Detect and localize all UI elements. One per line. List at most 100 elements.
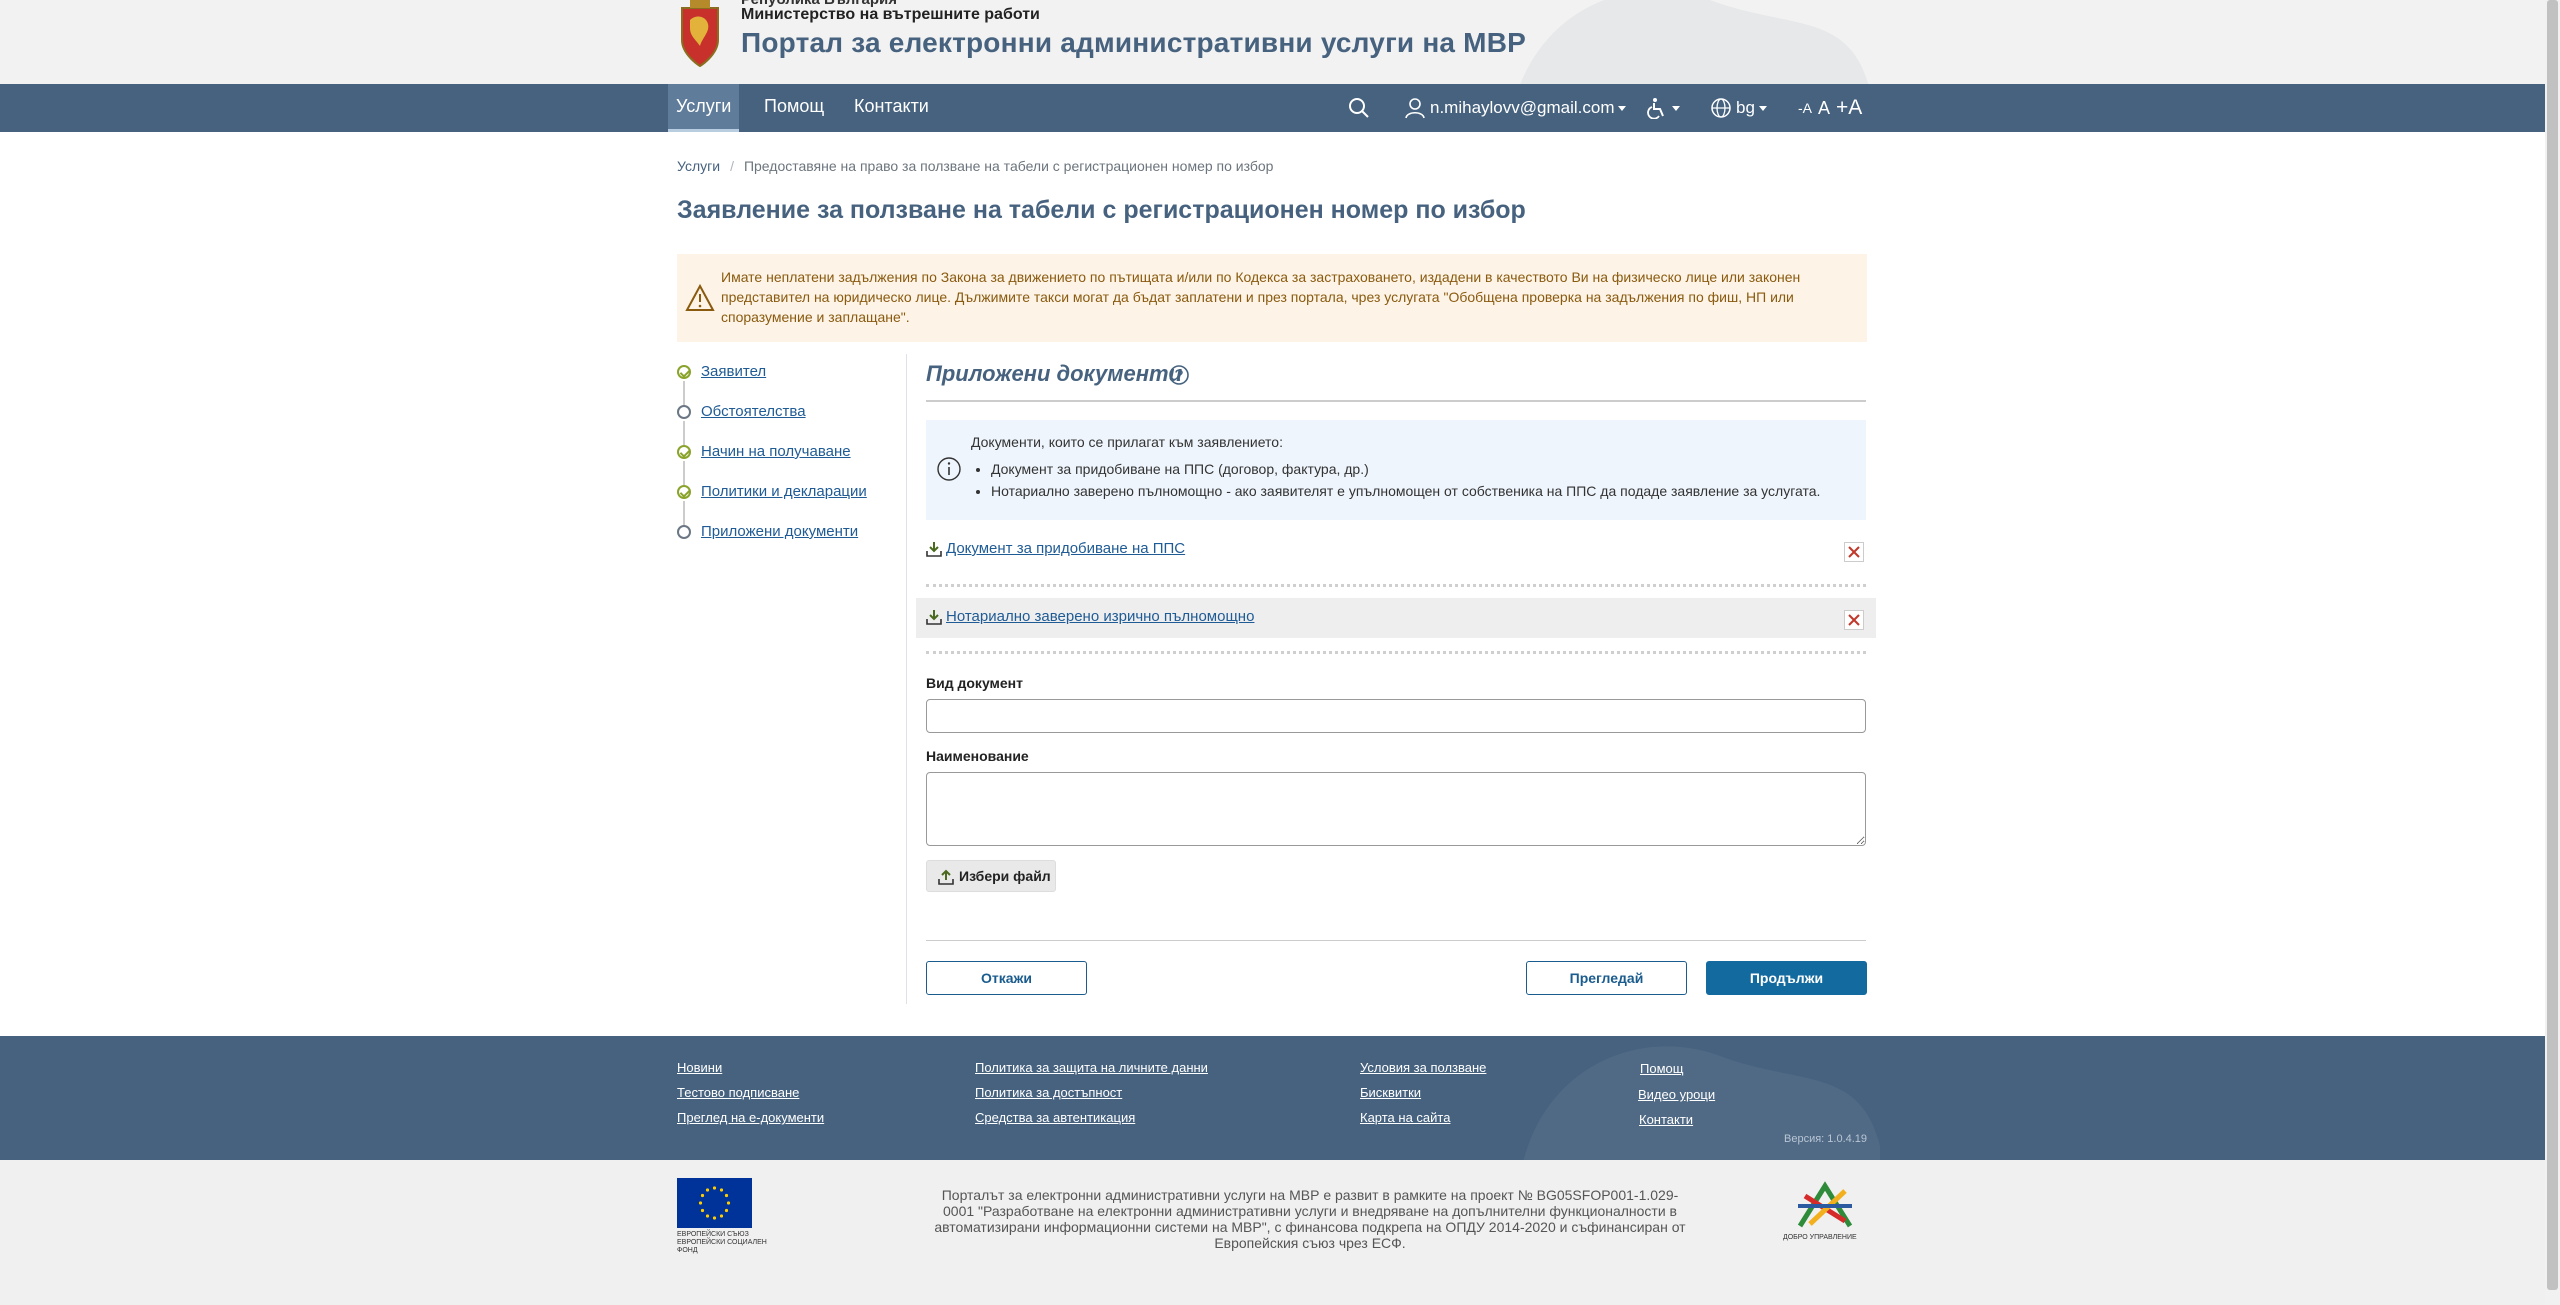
info-intro: Документи, които се прилагат към заявлен… (971, 434, 1283, 450)
footer-link-cookies[interactable]: Бисквитки (1360, 1085, 1421, 1100)
step-pending-icon (677, 525, 691, 539)
language-label: bg (1736, 98, 1755, 117)
footer-link-contacts[interactable]: Контакти (1639, 1112, 1693, 1127)
step-done-icon (677, 365, 691, 379)
eu-flag-logo (677, 1178, 752, 1228)
site-header: Република България Министерство на вътре… (0, 0, 2545, 84)
breadcrumb: Услуги / Предоставяне на право за ползване… (677, 158, 1273, 174)
portal-title[interactable]: Портал за електронни административни усл… (741, 27, 1526, 59)
project-text: Порталът за електронни административни у… (934, 1187, 1686, 1251)
font-size-controls: -A A +A (1798, 84, 1862, 132)
continue-button[interactable]: Продължи (1706, 961, 1867, 995)
step-done-icon (677, 445, 691, 459)
actions-divider (926, 940, 1866, 941)
good-governance-caption: ДОБРО УПРАВЛЕНИЕ (1783, 1234, 1857, 1241)
font-increase-button[interactable]: +A (1836, 96, 1862, 120)
step-label[interactable]: Заявител (701, 363, 766, 380)
chevron-down-icon (1618, 105, 1627, 111)
documents-info: Документи, които се прилагат към заявлен… (926, 420, 1866, 520)
footer-link-accessibility[interactable]: Политика за достъпност (975, 1085, 1122, 1100)
ministry-name: Министерство на вътрешните работи (741, 6, 1040, 23)
globe-icon (1711, 98, 1731, 118)
breadcrumb-current: Предоставяне на право за ползване на таб… (743, 158, 1274, 174)
alert-text: Имате неплатени задължения по Закона за … (721, 269, 1801, 325)
footer-link-edocs[interactable]: Преглед на е-документи (677, 1110, 824, 1125)
user-menu[interactable]: n.mihaylovv@gmail.com (1404, 84, 1627, 132)
search-button[interactable] (1348, 84, 1370, 132)
warning-icon (685, 284, 715, 311)
list-item: Документ за придобиване на ППС (договор,… (991, 458, 1820, 480)
cancel-button[interactable]: Откажи (926, 961, 1087, 995)
document-row: Документ за придобиване на ППС (926, 530, 1866, 570)
chevron-down-icon (1672, 105, 1680, 111)
info-icon (937, 457, 961, 481)
debt-alert: Имате неплатени задължения по Закона за … (677, 254, 1867, 342)
step-documents[interactable]: Приложени документи (677, 514, 907, 554)
version-label: Версия: 1.0.4.19 (1784, 1133, 1868, 1145)
footer-link-videos[interactable]: Видео уроци (1638, 1087, 1715, 1102)
download-icon[interactable] (926, 609, 942, 625)
footer-link-privacy[interactable]: Политика за защита на личните данни (975, 1060, 1208, 1075)
footer-link-news[interactable]: Новини (677, 1060, 722, 1075)
main-nav: Услуги Помощ Контакти n.mihaylovv@gmail.… (0, 84, 2545, 132)
footer-link-auth[interactable]: Средства за автентикация (975, 1110, 1135, 1125)
list-item: Нотариално заверено пълномощно - ако зая… (991, 480, 1820, 502)
doc-name-label: Наименование (926, 748, 1029, 764)
doc-type-input[interactable] (926, 699, 1866, 733)
footer-link-help[interactable]: Помощ (1640, 1061, 1683, 1076)
accessibility-menu[interactable] (1646, 84, 1680, 132)
accessibility-icon (1647, 98, 1664, 119)
choose-file-label: Избери файл (959, 868, 1051, 884)
step-label[interactable]: Приложени документи (701, 523, 858, 540)
coat-of-arms-icon[interactable] (676, 0, 724, 70)
upload-icon (938, 869, 954, 885)
step-circumstances[interactable]: Обстоятелства (677, 394, 907, 445)
font-reset-button[interactable]: A (1818, 98, 1830, 119)
step-delivery[interactable]: Начин на получаване (677, 434, 907, 485)
footer-link-test-signing[interactable]: Тестово подписване (677, 1085, 799, 1100)
step-done-icon (677, 485, 691, 499)
breadcrumb-separator: / (730, 158, 734, 174)
font-decrease-button[interactable]: -A (1798, 100, 1812, 116)
step-policies[interactable]: Политики и декларации (677, 474, 907, 525)
info-list: Документ за придобиване на ППС (договор,… (971, 458, 1820, 502)
user-icon (1405, 98, 1425, 119)
scrollbar-thumb[interactable] (2547, 0, 2558, 1290)
document-link[interactable]: Документ за придобиване на ППС (946, 540, 1185, 557)
row-divider (926, 651, 1866, 654)
nav-item-help[interactable]: Помощ (756, 84, 832, 132)
close-icon (1848, 546, 1860, 558)
download-icon[interactable] (926, 541, 942, 557)
nav-item-services[interactable]: Услуги (668, 84, 740, 132)
nav-item-contacts[interactable]: Контакти (846, 84, 937, 132)
help-icon[interactable] (1168, 364, 1190, 386)
search-icon (1349, 98, 1369, 118)
footer-link-sitemap[interactable]: Карта на сайта (1360, 1110, 1450, 1125)
step-pending-icon (677, 405, 691, 419)
wizard-steps: Заявител Обстоятелства Начин на получава… (677, 354, 907, 554)
footer-links (0, 1036, 2545, 1160)
language-menu[interactable]: bg (1710, 84, 1767, 132)
section-divider (926, 400, 1866, 402)
choose-file-button[interactable]: Избери файл (926, 860, 1056, 892)
step-label[interactable]: Обстоятелства (701, 403, 806, 420)
section-title: Приложени документи (926, 361, 1183, 386)
steps-divider (906, 354, 907, 1004)
step-label[interactable]: Начин на получаване (701, 443, 851, 460)
document-row: Нотариално заверено изрично пълномощно (916, 598, 1876, 638)
user-email: n.mihaylovv@gmail.com (1430, 98, 1615, 117)
lion-watermark (1520, 0, 1869, 84)
breadcrumb-home[interactable]: Услуги (677, 158, 720, 174)
preview-button[interactable]: Прегледай (1526, 961, 1687, 995)
remove-document-button[interactable] (1844, 610, 1864, 630)
footer-link-terms[interactable]: Условия за ползване (1360, 1060, 1486, 1075)
close-icon (1848, 614, 1860, 626)
good-governance-logo (1797, 1181, 1853, 1228)
page-title: Заявление за ползване на табели с регист… (677, 196, 1526, 224)
chevron-down-icon (1758, 105, 1767, 111)
document-link[interactable]: Нотариално заверено изрично пълномощно (946, 608, 1254, 625)
remove-document-button[interactable] (1844, 542, 1864, 562)
step-applicant[interactable]: Заявител (677, 354, 907, 405)
step-label[interactable]: Политики и декларации (701, 483, 867, 500)
doc-name-textarea[interactable] (926, 772, 1866, 846)
